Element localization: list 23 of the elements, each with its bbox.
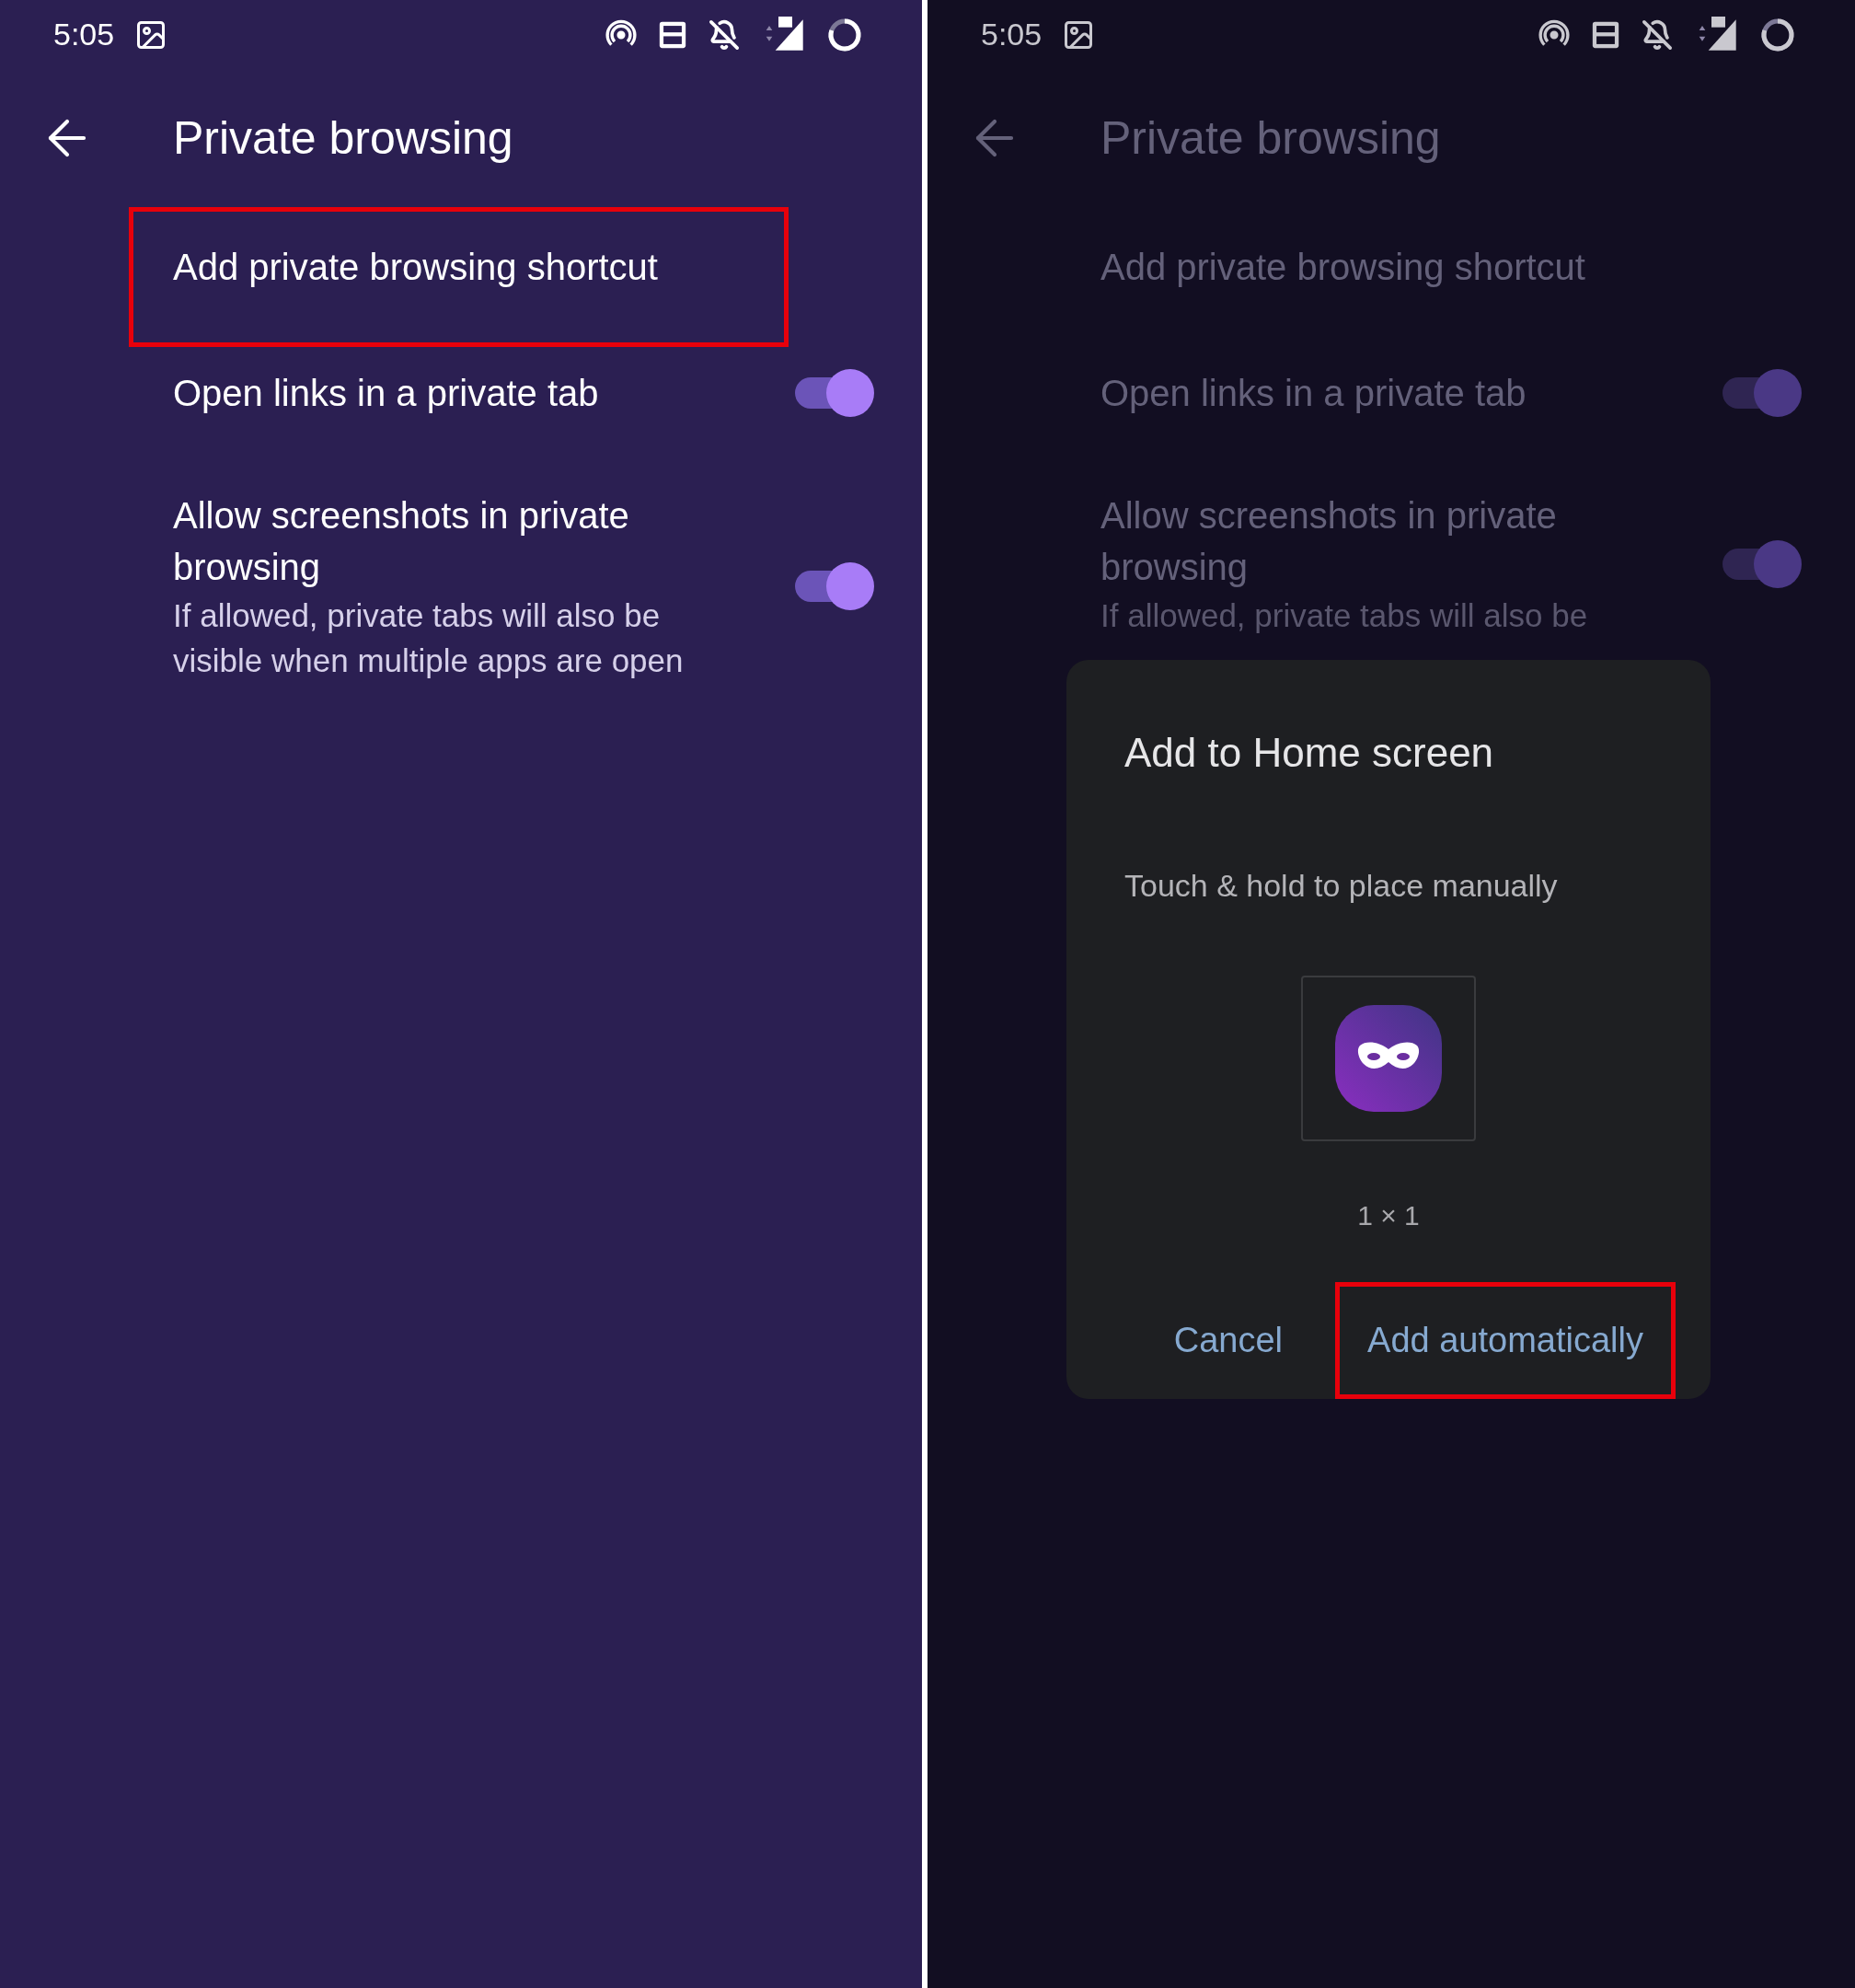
- dialog-button[interactable]: Cancel: [1141, 1282, 1316, 1399]
- toggle-switch[interactable]: [1722, 539, 1802, 588]
- setting-label: Allow screenshots in private browsing: [173, 494, 630, 589]
- toggle-switch[interactable]: [795, 369, 874, 417]
- mask-app-icon: [1335, 1005, 1442, 1112]
- setting-description: If allowed, private tabs will also be: [1100, 596, 1589, 635]
- dialog-subtitle: Touch & hold to place manually: [1124, 867, 1559, 905]
- settings-item[interactable]: Add private browsing shortcut: [129, 207, 789, 347]
- status-time: 5:05: [53, 16, 115, 53]
- page-title: Private browsing: [173, 110, 513, 166]
- status-time: 5:05: [981, 16, 1043, 53]
- setting-label: Allow screenshots in private browsing: [1100, 494, 1558, 589]
- toggle-switch[interactable]: [795, 562, 874, 610]
- bell-off-icon: [1642, 18, 1673, 51]
- setting-description: If allowed, private tabs will also be visible when multiple apps are open: [173, 596, 685, 680]
- setting-label: Open links in a private tab: [173, 372, 600, 415]
- bell-off-icon: [709, 18, 740, 51]
- dialog-title: Add to Home screen: [1124, 729, 1495, 777]
- dialog-button[interactable]: Add automatically: [1335, 1282, 1676, 1399]
- setting-label: Open links in a private tab: [1100, 372, 1527, 415]
- page-title: Private browsing: [1100, 110, 1441, 166]
- toggle-switch[interactable]: [1722, 369, 1802, 417]
- size-label: 1 × 1: [1357, 1199, 1420, 1232]
